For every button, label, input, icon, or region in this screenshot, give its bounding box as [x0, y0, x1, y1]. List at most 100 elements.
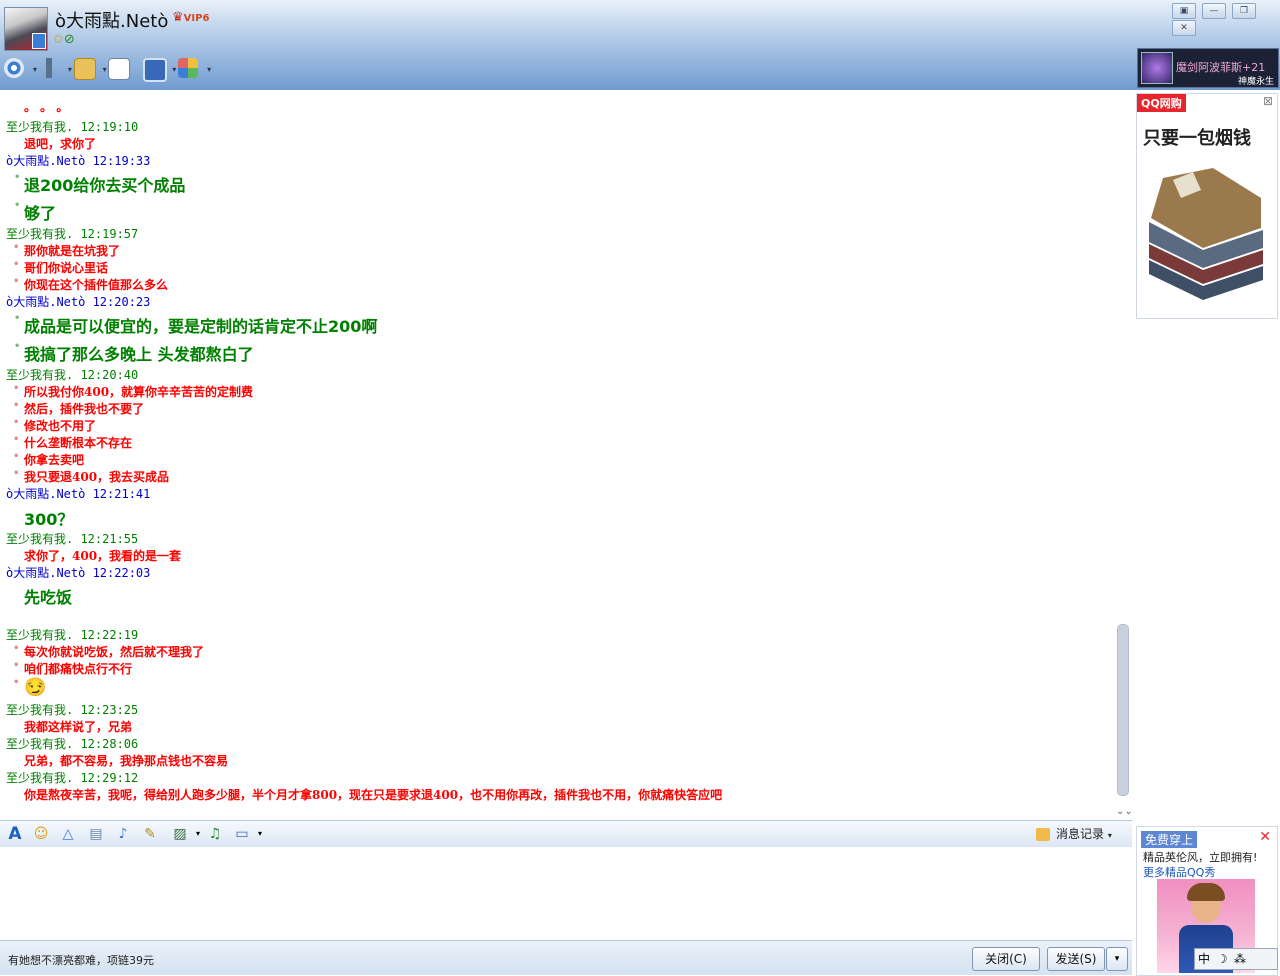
bullet-icon: • [14, 172, 21, 183]
message-text: 至少我有我. 12:29:12 [6, 771, 139, 785]
create-discussion-icon [108, 58, 131, 80]
send-options-icon[interactable]: ▾ [1106, 947, 1128, 971]
message-text: 求你了，400，我看的是一套 [24, 549, 182, 563]
sender-header-me: 至少我有我. 12:19:10 [6, 118, 138, 135]
message-text: 300？ [24, 510, 74, 529]
message-contact: • 退200给你去买个成品 [6, 172, 185, 196]
ime-bar[interactable]: 中 ☽ ⁂ [1194, 948, 1278, 970]
close-button[interactable]: 关闭(C) [972, 947, 1040, 971]
message-text: 😏 [24, 677, 47, 698]
send-image-icon[interactable]: ▨ [171, 825, 189, 843]
close-window-button[interactable]: ✕ [1172, 20, 1196, 36]
contact-avatar[interactable] [4, 7, 48, 51]
chat-history[interactable]: 。 。 。至少我有我. 12:19:10 退吧，求你了 ò大雨點.Netò 12:1… [0, 90, 1132, 820]
skin-button[interactable]: ▣ [1172, 3, 1196, 19]
screenshot-arrow-icon[interactable]: ▾ [251, 825, 269, 843]
bullet-icon: • [13, 643, 20, 654]
message-me: • 所以我付你400，就算你辛辛苦苦的定制费 [6, 383, 253, 400]
remote-desktop-button[interactable]: ▾ [143, 58, 176, 82]
bullet-icon: • [13, 259, 20, 270]
message-text: 兄弟，都不容易，我挣那点钱也不容易 [24, 754, 229, 768]
message-me: 你是熬夜辛苦，我呢，得给别人跑多少腿，半个月才拿800，现在只是要求退400，也… [6, 786, 722, 803]
video-call-button[interactable]: ▾ [4, 58, 37, 80]
show-ad-tag: 免费穿上 [1141, 831, 1198, 848]
scroll-to-bottom-icon[interactable]: ⌄⌄ [1116, 806, 1133, 817]
message-me: • 修改也不用了 [6, 417, 96, 434]
maximize-button[interactable]: ❐ [1232, 3, 1256, 19]
create-discussion-button[interactable] [108, 58, 132, 80]
file-transfer-button[interactable]: ▾ [73, 58, 107, 80]
chat-scrollbar[interactable] [1117, 624, 1129, 796]
doodle-icon[interactable]: ✎ [141, 825, 159, 843]
send-button[interactable]: 发送(S) [1047, 947, 1105, 971]
message-me: • 你现在这个插件值那么多么 [6, 276, 168, 293]
magic-emoticon-icon[interactable]: ▤ [87, 825, 105, 843]
show-ad-link[interactable]: 更多精品QQ秀 [1143, 864, 1215, 880]
message-text: 哥们你说心里话 [24, 261, 109, 275]
minimize-button[interactable]: — [1202, 3, 1226, 19]
sender-header-me: 至少我有我. 12:20:40 [6, 366, 138, 383]
video-call-icon [4, 58, 24, 78]
game-ad-subtext: 神魔永生 [1237, 77, 1274, 87]
message-contact: 300？ [6, 506, 73, 530]
message-text: 至少我有我. 12:22:19 [6, 628, 139, 642]
message-text: 成品是可以便宜的，要是定制的话肯定不止200啊 [24, 317, 378, 336]
vip-badge[interactable]: ♛VIP6 [172, 10, 209, 25]
ime-mode[interactable]: 中 [1195, 949, 1213, 969]
sender-header-me: 至少我有我. 12:19:57 [6, 225, 138, 242]
tip-link[interactable]: 有她想不漂亮都难，项链39元 [8, 952, 154, 968]
close-ad-icon[interactable]: ⊠ [1263, 94, 1273, 108]
message-text: 你现在这个插件值那么多么 [24, 278, 169, 292]
bottom-bar: 有她想不漂亮都难，项链39元 关闭(C) 发送(S) ▾ [0, 940, 1132, 975]
file-transfer-icon [73, 58, 96, 80]
message-text: 。 。 。 [24, 100, 69, 114]
shop-ad-slogan: 只要一包烟钱 [1143, 128, 1251, 149]
bullet-icon: • [13, 451, 20, 462]
emoticon-icon[interactable]: ☺ [32, 825, 50, 843]
shirts-image [1149, 168, 1263, 300]
message-contact: • 够了 [6, 200, 56, 224]
bullet-icon: • [14, 313, 21, 324]
apps-button[interactable]: ▾ [178, 58, 211, 80]
message-me: 求你了，400，我看的是一套 [6, 547, 181, 564]
bullet-icon: • [13, 660, 20, 671]
bullet-icon: • [14, 341, 21, 352]
bullet-icon: • [13, 417, 20, 428]
voice-message-icon[interactable]: ♪ [114, 825, 132, 843]
send-image-arrow-icon[interactable]: ▾ [189, 825, 207, 843]
message-me: 我都这样说了，兄弟 [6, 718, 132, 735]
shake-icon[interactable]: △ [59, 825, 77, 843]
music-icon[interactable]: ♫ [206, 825, 224, 843]
message-history-icon [1036, 828, 1050, 841]
bullet-icon: • [13, 242, 20, 253]
game-ad-banner[interactable]: 魔剑阿波菲斯+21 神魔永生 [1137, 48, 1279, 88]
status-icons: ✩⊘ [53, 32, 75, 47]
ime-moon-icon[interactable]: ☽ [1213, 949, 1231, 969]
message-contact: 先吃饭 [6, 584, 72, 608]
message-text: 至少我有我. 12:28:06 [6, 737, 139, 751]
font-icon[interactable]: A [6, 825, 24, 843]
message-input[interactable] [0, 847, 1132, 940]
message-me: • 哥们你说心里话 [6, 259, 108, 276]
apps-icon [178, 58, 199, 78]
message-contact: • 成品是可以便宜的，要是定制的话肯定不止200啊 [6, 313, 377, 337]
screenshot-icon[interactable]: ▭ [233, 825, 251, 843]
message-text: 退200给你去买个成品 [24, 176, 186, 195]
star-icon: ✩ [53, 32, 64, 47]
message-me: • 然后，插件我也不要了 [6, 400, 144, 417]
contact-name: ò大雨點.Netò [55, 11, 169, 32]
message-contact: • 我搞了那么多晚上 头发都熬白了 [6, 341, 254, 365]
sender-header-contact: ò大雨點.Netò 12:22:03 [6, 564, 150, 581]
qq-shop-ad[interactable]: QQ网购 ⊠ 只要一包烟钱 [1136, 93, 1278, 319]
message-me: • 那你就是在坑我了 [6, 242, 120, 259]
ime-punct-icon[interactable]: ⁂ [1231, 949, 1249, 969]
sender-header-me: 至少我有我. 12:28:06 [6, 735, 138, 752]
message-text: 什么垄断根本不存在 [24, 436, 133, 450]
close-show-ad-icon[interactable]: ✕ [1259, 829, 1271, 845]
message-history-button[interactable]: 消息记录 ▾ [1036, 825, 1112, 842]
bullet-icon: • [13, 677, 20, 688]
message-text: 至少我有我. 12:20:40 [6, 368, 139, 382]
message-text: 至少我有我. 12:21:55 [6, 532, 139, 546]
voice-call-button[interactable]: ▾ [38, 58, 72, 80]
game-ad-text: 魔剑阿波菲斯+21 [1176, 61, 1266, 74]
